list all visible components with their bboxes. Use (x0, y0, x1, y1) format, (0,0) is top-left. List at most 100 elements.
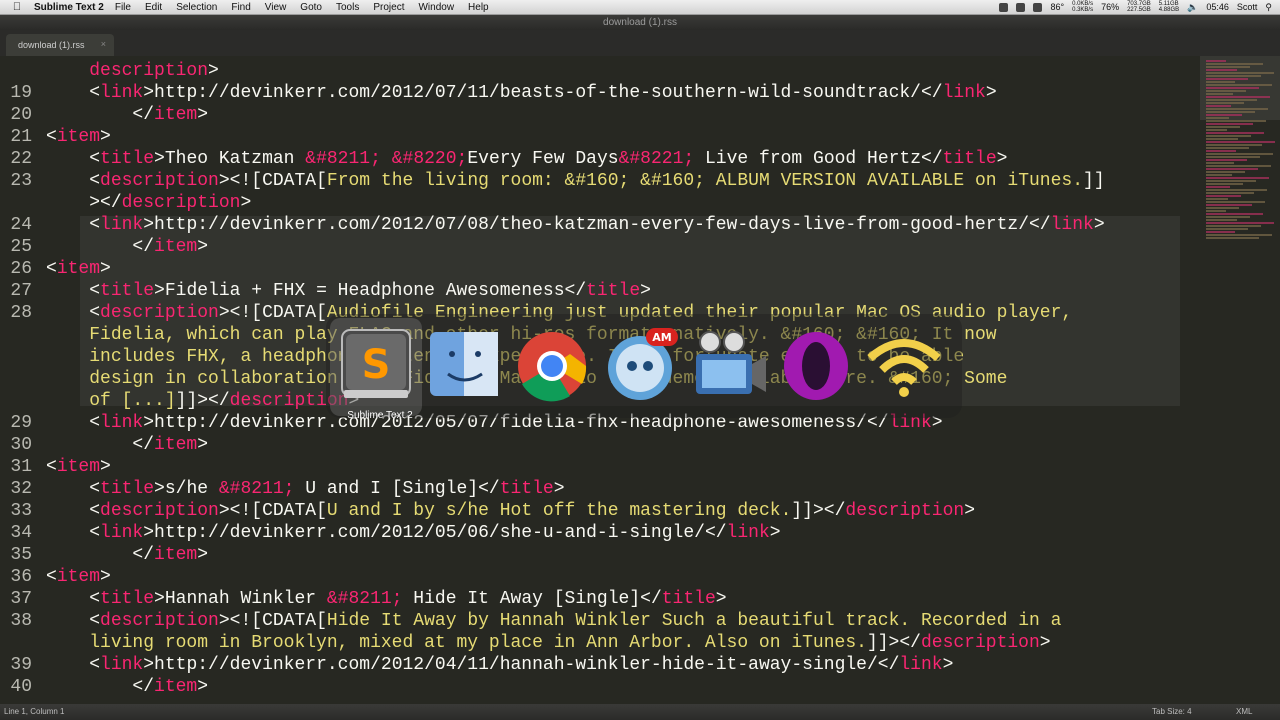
minimap-line (1206, 168, 1258, 170)
menu-window[interactable]: Window (418, 2, 454, 13)
code-line[interactable]: 33 <description><![CDATA[U and I by s/he… (0, 500, 1200, 522)
minimap-line (1206, 159, 1247, 161)
status-menus: 86° 0.0KB/s 0.3KB/s 76% 703.7GB 227.5GB … (999, 0, 1272, 14)
code-line[interactable]: 21 <item> (0, 126, 1200, 148)
wifi-icon[interactable] (862, 324, 946, 408)
code-line[interactable]: 20 </item> (0, 104, 1200, 126)
token-tag: title (586, 281, 641, 301)
net-down: 0.3KB/s (1072, 7, 1094, 13)
code-line[interactable]: 25 </item> (0, 236, 1200, 258)
code-line[interactable]: 24 <link>http://devinkerr.com/2012/07/08… (0, 214, 1200, 236)
code-line[interactable]: 39 <link>http://devinkerr.com/2012/04/11… (0, 654, 1200, 676)
tab-size[interactable]: Tab Size: 4 (1152, 704, 1192, 720)
code-line[interactable]: 38 <description><![CDATA[Hide It Away by… (0, 610, 1200, 632)
menu-selection[interactable]: Selection (176, 2, 217, 13)
minimap-line (1206, 222, 1274, 224)
code-line[interactable]: 36 <item> (0, 566, 1200, 588)
imovie-icon[interactable] (686, 324, 770, 408)
code-line[interactable]: 26 <item> (0, 258, 1200, 280)
code-line[interactable]: 23 <description><![CDATA[From the living… (0, 170, 1200, 192)
token-tag: link (100, 83, 144, 103)
network-readout[interactable]: 0.0KB/s 0.3KB/s (1072, 1, 1093, 13)
menu-file[interactable]: File (115, 2, 131, 13)
tab-close-icon[interactable]: × (101, 39, 106, 49)
code-text: ></description> (46, 192, 251, 214)
code-line[interactable]: living room in Brooklyn, mixed at my pla… (0, 632, 1200, 654)
minimap-line (1206, 216, 1250, 218)
minimap-line (1206, 213, 1263, 215)
token-tag: &#8221; (618, 149, 695, 169)
token-text: > (985, 83, 997, 103)
disk-readout[interactable]: 5.11GB 4.88GB (1159, 1, 1179, 13)
tweetbot-icon[interactable]: AM (598, 324, 682, 408)
line-number: 28 (10, 303, 32, 323)
cloud-icon[interactable] (1033, 2, 1043, 12)
token-text: < (46, 127, 57, 147)
menu-edit[interactable]: Edit (145, 2, 162, 13)
code-line[interactable]: 27 <title>Fidelia + FHX = Headphone Awes… (0, 280, 1200, 302)
minimap[interactable] (1200, 56, 1280, 704)
finder-icon[interactable] (422, 324, 506, 408)
token-tag: title (100, 149, 155, 169)
code-line[interactable]: 30 </item> (0, 434, 1200, 456)
token-text: ]]></ (866, 633, 921, 653)
battery-readout[interactable]: 76% (1101, 2, 1119, 12)
minimap-line (1206, 132, 1264, 134)
code-line[interactable]: description> (0, 60, 1200, 82)
minimap-line (1206, 96, 1270, 98)
clock[interactable]: 05:46 (1206, 2, 1229, 12)
token-text: > (1093, 215, 1105, 235)
memory-readout[interactable]: 703.7GB 227.5GB (1127, 1, 1151, 13)
sublime-text-2-icon[interactable]: S (334, 324, 418, 408)
code-text: </item> (46, 104, 208, 126)
temperature-readout[interactable]: 86° (1050, 2, 1064, 12)
spotlight-icon[interactable]: ⚲ (1265, 2, 1272, 13)
code-text: <link>http://devinkerr.com/2012/07/08/th… (46, 214, 1105, 236)
user-menu[interactable]: Scott (1237, 2, 1258, 12)
menu-tools[interactable]: Tools (336, 2, 359, 13)
token-text: > (197, 545, 209, 565)
menu-find[interactable]: Find (231, 2, 250, 13)
chrome-icon[interactable] (510, 324, 594, 408)
syntax-mode[interactable]: XML (1236, 704, 1252, 720)
token-text: ><![CDATA[ (218, 171, 327, 191)
token-text: < (89, 523, 101, 543)
code-line[interactable]: 37 <title>Hannah Winkler &#8211; Hide It… (0, 588, 1200, 610)
line-number: 38 (10, 611, 32, 631)
opera-icon[interactable] (774, 324, 858, 408)
line-number: 40 (10, 677, 32, 697)
minimap-line (1206, 114, 1242, 116)
minimap-line (1206, 63, 1263, 65)
line-number: 21 (10, 127, 32, 147)
code-line[interactable]: 34 <link>http://devinkerr.com/2012/05/06… (0, 522, 1200, 544)
code-line[interactable]: 31 <item> (0, 456, 1200, 478)
menu-project[interactable]: Project (373, 2, 404, 13)
code-line[interactable]: 32 <title>s/he &#8211; U and I [Single]<… (0, 478, 1200, 500)
code-line[interactable]: ></description> (0, 192, 1200, 214)
code-line[interactable]: 22 <title>Theo Katzman &#8211; &#8220;Ev… (0, 148, 1200, 170)
token-text: ]] (1083, 171, 1105, 191)
evernote-icon[interactable] (1016, 2, 1026, 12)
volume-icon[interactable]: 🔈 (1187, 2, 1198, 13)
code-line[interactable]: 35 </item> (0, 544, 1200, 566)
menu-goto[interactable]: Goto (300, 2, 322, 13)
token-text: > (197, 435, 209, 455)
app-menu-name[interactable]: Sublime Text 2 (34, 2, 104, 13)
token-text: < (89, 171, 101, 191)
minimap-line (1206, 129, 1227, 131)
code-text: <item> (46, 456, 111, 478)
token-text: > (942, 655, 954, 675)
minimap-line (1206, 66, 1250, 68)
token-cdata: Hide It Away by Hannah Winkler Such a be… (326, 611, 1062, 631)
code-text: <item> (46, 258, 111, 280)
menu-help[interactable]: Help (468, 2, 489, 13)
token-tag: link (899, 655, 943, 675)
token-tag: &#8211; (218, 479, 295, 499)
dropbox-icon[interactable] (999, 2, 1009, 12)
menu-view[interactable]: View (265, 2, 287, 13)
code-line[interactable]: 40 </item> (0, 676, 1200, 698)
tab-download-rss[interactable]: download (1).rss × (6, 34, 114, 56)
badge-am-text: AM (652, 331, 671, 344)
code-line[interactable]: 19 <link>http://devinkerr.com/2012/07/11… (0, 82, 1200, 104)
apple-menu-icon[interactable]:  (8, 1, 26, 13)
